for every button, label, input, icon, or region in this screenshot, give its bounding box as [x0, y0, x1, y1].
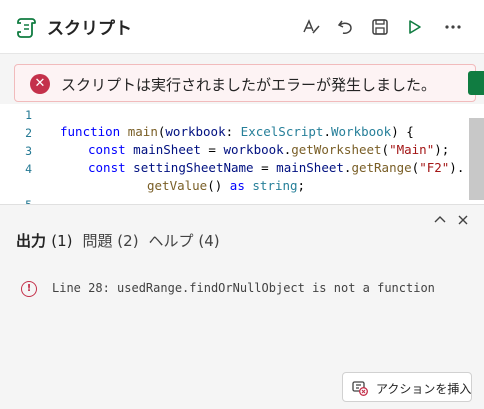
tab-problems[interactable]: 問題 (2) [83, 230, 139, 251]
undo-button[interactable] [333, 14, 359, 40]
code-line: function main(workbook: ExcelScript.Work… [60, 124, 414, 139]
tab-output[interactable]: 出力 (1) [16, 230, 73, 251]
more-icon [445, 25, 461, 29]
error-banner: ✕ スクリプトは実行されましたがエラーが発生しました。 [14, 64, 476, 102]
undo-icon [337, 20, 352, 34]
error-icon: ! [21, 281, 37, 297]
error-circle-icon: ✕ [30, 74, 50, 94]
code-line: const mainSheet = workbook.getWorksheet(… [88, 142, 450, 157]
save-button[interactable] [367, 14, 393, 40]
script-icon [17, 18, 36, 38]
collapse-panel-button[interactable] [432, 212, 448, 228]
close-icon [458, 215, 468, 225]
header: スクリプト [0, 0, 484, 54]
line-number: 4 [25, 162, 32, 176]
panel-tabs: 出力 (1) 問題 (2) ヘルプ (4) [16, 230, 220, 251]
insert-action-icon [352, 381, 368, 396]
banner-action-edge[interactable] [468, 71, 484, 95]
editor-scrollbar[interactable] [469, 118, 484, 200]
line-number: 2 [25, 126, 32, 140]
chevron-up-icon [434, 216, 446, 223]
format-icon [303, 19, 320, 34]
format-button[interactable] [298, 14, 324, 40]
insert-action-label: アクションを挿入 [376, 382, 472, 396]
run-button[interactable] [401, 14, 427, 40]
insert-action-button[interactable]: アクションを挿入 [342, 372, 472, 402]
line-number: 3 [25, 144, 32, 158]
code-line-wrapped: getValue() as string; [147, 178, 306, 193]
line-number: 1 [25, 108, 32, 122]
code-line: const settingSheetName = mainSheet.getRa… [88, 160, 465, 175]
output-message: Line 28: usedRange.findOrNullObject is n… [52, 281, 435, 295]
more-button[interactable] [440, 14, 466, 40]
close-panel-button[interactable] [455, 212, 471, 228]
page-title: スクリプト [47, 19, 132, 39]
tab-help[interactable]: ヘルプ (4) [149, 230, 220, 251]
run-icon [409, 20, 421, 34]
code-editor[interactable]: 1 2 function main(workbook: ExcelScript.… [0, 104, 484, 204]
banner-message: スクリプトは実行されましたがエラーが発生しました。 [61, 76, 437, 94]
save-icon [372, 19, 388, 35]
